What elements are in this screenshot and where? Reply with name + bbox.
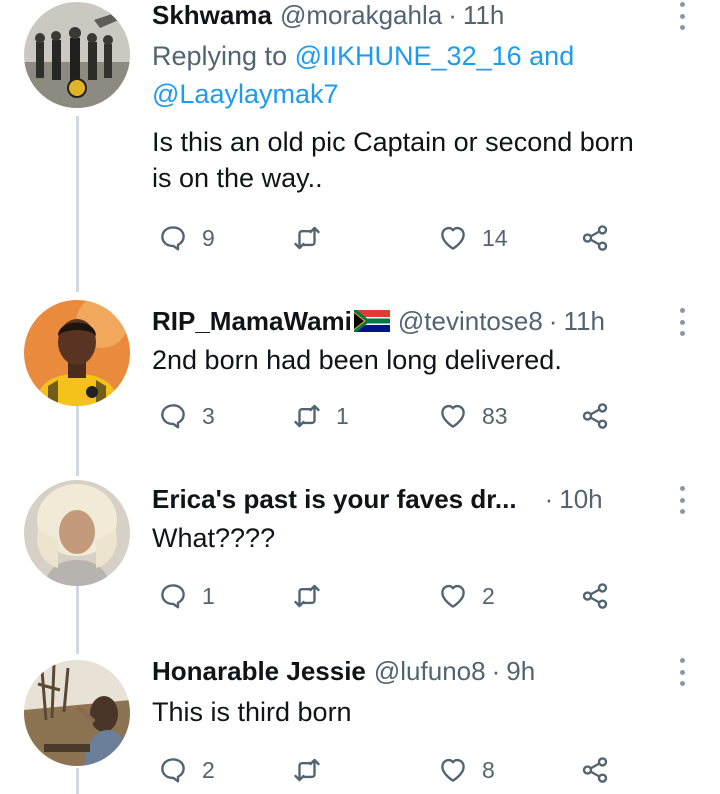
more-options-icon[interactable] bbox=[676, 486, 688, 514]
tweet[interactable]: Skhwama @morakgahla · 11h Replying to @I… bbox=[0, 0, 720, 290]
tweet-text-line: Is this an old pic Captain or second bor… bbox=[152, 127, 634, 157]
author-handle[interactable]: @tevintose8 bbox=[398, 306, 543, 336]
like-button[interactable]: 8 bbox=[438, 752, 495, 788]
retweet-button[interactable]: 1 bbox=[292, 398, 349, 434]
mention-link[interactable]: @IIKHUNE_32_16 bbox=[295, 41, 522, 71]
action-bar: 2 8 bbox=[152, 752, 622, 788]
tweet-text: This is third born bbox=[152, 694, 700, 730]
like-count: 8 bbox=[482, 756, 495, 783]
replying-prefix: Replying to bbox=[152, 41, 288, 71]
separator: · bbox=[448, 0, 457, 30]
author-name[interactable]: Honarable Jessie bbox=[152, 656, 366, 686]
timestamp[interactable]: 10h bbox=[559, 484, 602, 514]
like-button[interactable]: 14 bbox=[438, 220, 508, 256]
share-icon bbox=[580, 223, 610, 253]
share-button[interactable] bbox=[580, 752, 610, 788]
mention-link[interactable]: @Laaylaymak7 bbox=[152, 79, 339, 109]
share-icon bbox=[580, 581, 610, 611]
retweet-icon bbox=[292, 223, 322, 253]
tweet-text-line: What???? bbox=[152, 523, 276, 553]
reply-button[interactable]: 2 bbox=[158, 752, 215, 788]
share-icon bbox=[580, 755, 610, 785]
tweet-text: 2nd born had been long delivered. bbox=[152, 342, 700, 378]
heart-icon bbox=[438, 581, 468, 611]
author-name[interactable]: RIP_MamaWami bbox=[152, 306, 352, 336]
tweet[interactable]: Erica's past is your faves dr... · 10h W… bbox=[0, 480, 720, 654]
like-button[interactable]: 83 bbox=[438, 398, 508, 434]
timestamp[interactable]: 11h bbox=[563, 306, 604, 336]
more-options-icon[interactable] bbox=[676, 658, 688, 686]
like-count: 14 bbox=[482, 224, 508, 251]
heart-icon bbox=[438, 755, 468, 785]
more-options-icon[interactable] bbox=[676, 2, 688, 30]
reply-count: 1 bbox=[202, 582, 215, 609]
share-button[interactable] bbox=[580, 398, 610, 434]
tweet-text-line: 2nd born had been long delivered. bbox=[152, 345, 562, 375]
tweet-text-line: This is third born bbox=[152, 697, 352, 727]
heart-icon bbox=[438, 223, 468, 253]
tweet[interactable]: RIP_MamaWami @tevintose8 · 11h 2nd born … bbox=[0, 300, 720, 476]
avatar[interactable] bbox=[24, 300, 130, 406]
timestamp[interactable]: 11h bbox=[463, 0, 504, 30]
retweet-button[interactable] bbox=[292, 220, 336, 256]
action-bar: 9 14 bbox=[152, 220, 622, 256]
timestamp[interactable]: 9h bbox=[506, 656, 535, 686]
author-handle[interactable]: @morakgahla bbox=[280, 0, 442, 30]
reply-icon bbox=[158, 755, 188, 785]
share-icon bbox=[580, 401, 610, 431]
avatar[interactable] bbox=[24, 660, 130, 766]
retweet-icon bbox=[292, 581, 322, 611]
more-options-icon[interactable] bbox=[676, 308, 688, 336]
reply-button[interactable]: 9 bbox=[158, 220, 215, 256]
reply-icon bbox=[158, 223, 188, 253]
author-name[interactable]: Skhwama bbox=[152, 0, 272, 30]
retweet-button[interactable] bbox=[292, 752, 336, 788]
reply-icon bbox=[158, 581, 188, 611]
action-bar: 3 1 83 bbox=[152, 398, 622, 434]
tweet-text: What???? bbox=[152, 520, 700, 556]
action-bar: 1 2 bbox=[152, 578, 622, 614]
reply-count: 3 bbox=[202, 402, 215, 429]
author-name[interactable]: Erica's past is your faves dr... bbox=[152, 484, 517, 514]
like-count: 83 bbox=[482, 402, 508, 429]
separator: · bbox=[548, 306, 558, 336]
heart-icon bbox=[438, 401, 468, 431]
reply-button[interactable]: 3 bbox=[158, 398, 215, 434]
separator: · bbox=[491, 656, 501, 686]
tweet[interactable]: Honarable Jessie @lufuno8 · 9h This is t… bbox=[0, 656, 720, 794]
reply-count: 9 bbox=[202, 224, 215, 251]
retweet-button[interactable] bbox=[292, 578, 336, 614]
tweet-text: Is this an old pic Captain or second bor… bbox=[152, 124, 700, 196]
south-africa-flag-icon bbox=[353, 310, 390, 332]
retweet-icon bbox=[292, 755, 322, 785]
mention-and: and bbox=[529, 41, 575, 71]
retweet-icon bbox=[292, 401, 322, 431]
like-count: 2 bbox=[482, 582, 495, 609]
reply-count: 2 bbox=[202, 756, 215, 783]
replying-to: Replying to @IIKHUNE_32_16 and bbox=[152, 38, 574, 74]
retweet-count: 1 bbox=[336, 402, 349, 429]
like-button[interactable]: 2 bbox=[438, 578, 495, 614]
replying-to-line2: @Laaylaymak7 bbox=[152, 76, 339, 112]
tweet-text-line: is on the way.. bbox=[152, 163, 323, 193]
share-button[interactable] bbox=[580, 220, 610, 256]
author-handle[interactable]: @lufuno8 bbox=[374, 656, 486, 686]
avatar[interactable] bbox=[24, 480, 130, 586]
reply-icon bbox=[158, 401, 188, 431]
share-button[interactable] bbox=[580, 578, 610, 614]
reply-button[interactable]: 1 bbox=[158, 578, 215, 614]
avatar[interactable] bbox=[24, 2, 130, 108]
separator: · bbox=[544, 484, 554, 514]
